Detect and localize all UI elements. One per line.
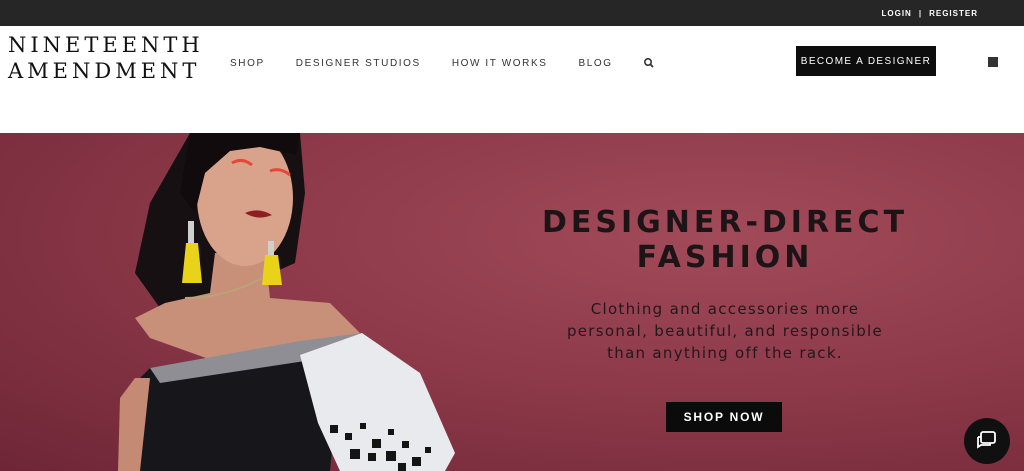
subtitle-line-2: personal, beautiful, and responsible [566, 322, 884, 340]
cart-icon[interactable] [988, 57, 998, 67]
site-logo[interactable]: NINETEENTH AMENDMENT [8, 32, 204, 84]
become-designer-button[interactable]: BECOME A DESIGNER [796, 46, 936, 76]
nav-how-it-works[interactable]: HOW IT WORKS [452, 58, 548, 69]
subtitle-line-3: than anything off the rack. [607, 344, 843, 362]
search-icon[interactable] [642, 56, 656, 70]
main-nav: SHOP DESIGNER STUDIOS HOW IT WORKS BLOG [230, 56, 656, 70]
hero-subtitle: Clothing and accessories more personal, … [540, 298, 910, 364]
model-photo [118, 133, 455, 471]
headline-line-2: FASHION [636, 240, 814, 275]
site-header: NINETEENTH AMENDMENT SHOP DESIGNER STUDI… [0, 26, 1024, 133]
link-separator: | [918, 8, 923, 18]
register-link[interactable]: REGISTER [929, 9, 978, 18]
subtitle-line-1: Clothing and accessories more [590, 300, 860, 318]
login-link[interactable]: LOGIN [882, 9, 912, 18]
nav-blog[interactable]: BLOG [579, 58, 613, 69]
logo-line-1: NINETEENTH [8, 33, 204, 57]
hero-headline: DESIGNER-DIRECT FASHION [540, 205, 910, 275]
logo-line-2: AMENDMENT [8, 59, 201, 83]
chat-icon[interactable] [964, 418, 1010, 464]
shop-now-button[interactable]: SHOP NOW [666, 402, 782, 432]
nav-designer-studios[interactable]: DESIGNER STUDIOS [296, 58, 421, 69]
nav-shop[interactable]: SHOP [230, 58, 265, 69]
hero-banner: DESIGNER-DIRECT FASHION Clothing and acc… [0, 133, 1024, 471]
top-utility-bar: LOGIN | REGISTER [0, 0, 1024, 26]
headline-line-1: DESIGNER-DIRECT [541, 205, 909, 240]
account-links: LOGIN | REGISTER [882, 0, 979, 26]
